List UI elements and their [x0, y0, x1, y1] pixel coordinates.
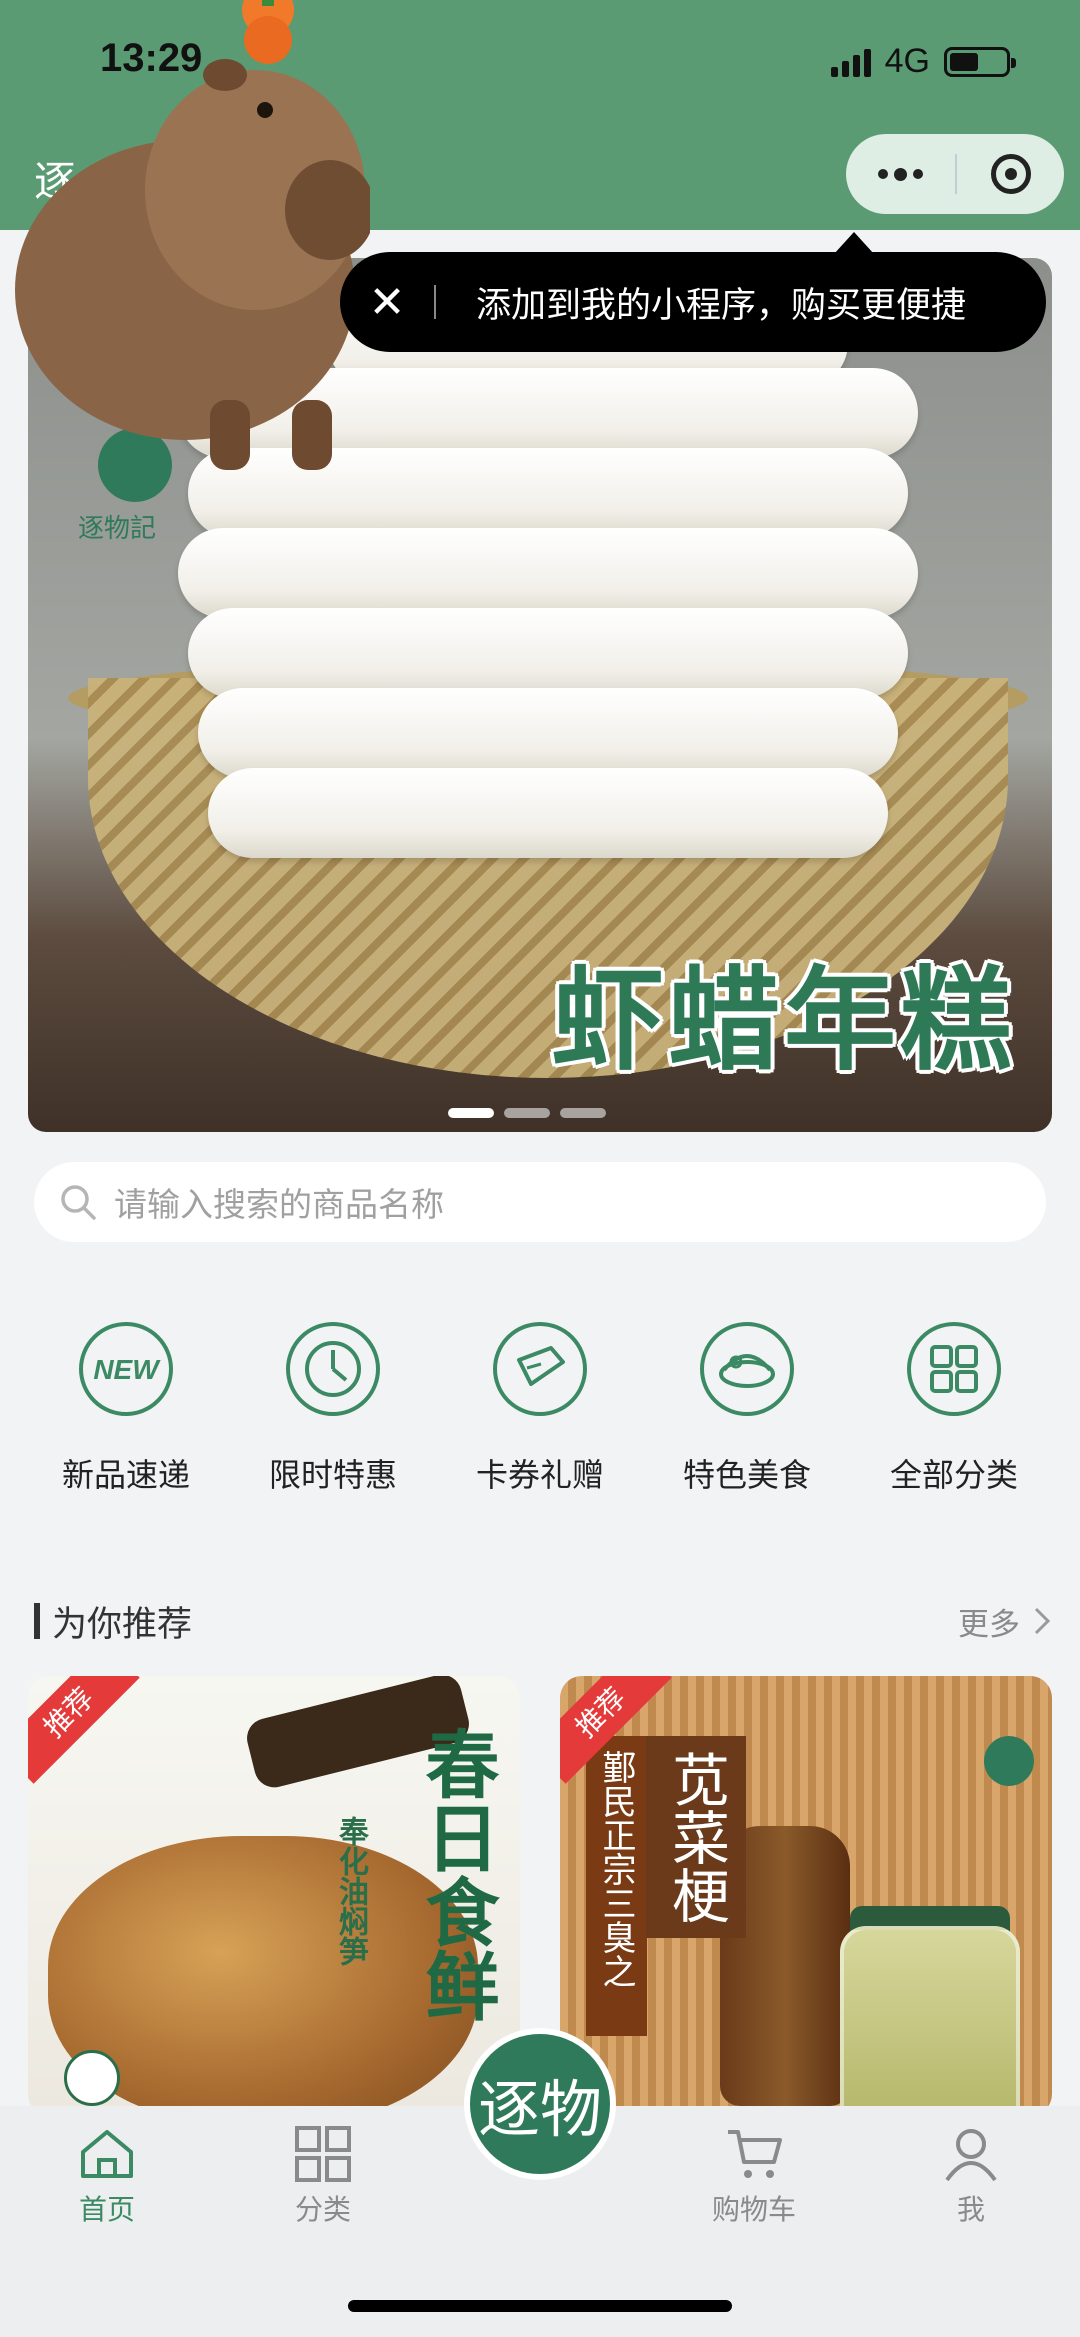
tooltip-divider: [434, 285, 436, 319]
target-close-icon[interactable]: [957, 134, 1064, 214]
ticket-icon: [493, 1322, 587, 1416]
tooltip-text: 添加到我的小程序，购买更便捷: [476, 285, 967, 326]
tab-label: 分类: [294, 2193, 351, 2226]
product-card[interactable]: 鄞民正宗三臭之 苋菜梗 推荐: [560, 1676, 1052, 2116]
more-label: 更多: [958, 1606, 1020, 1643]
category-label: 全部分类: [889, 1456, 1018, 1494]
tab-label: 我: [956, 2193, 985, 2226]
tab-label: 购物车: [711, 2193, 796, 2226]
home-icon: [81, 2130, 133, 2178]
home-indicator[interactable]: [348, 2300, 732, 2312]
close-icon[interactable]: ✕: [340, 277, 434, 328]
chevron-right-icon: [1034, 1607, 1051, 1635]
search-input[interactable]: 请输入搜索的商品名称: [114, 1178, 444, 1226]
jar: [840, 1926, 1020, 2116]
battery-icon: [944, 46, 1016, 77]
banner-title: 虾蜡年糕: [552, 955, 1016, 1086]
new-icon: NEW: [79, 1322, 173, 1416]
grid-icon: [907, 1322, 1001, 1416]
search-icon: [61, 1185, 96, 1220]
product-title: 苋菜梗: [646, 1736, 746, 1938]
capsule-divider: [955, 154, 957, 194]
status-icons: 4G: [830, 42, 1016, 81]
section-accent-bar: [34, 1603, 40, 1639]
section-title: 为你推荐: [52, 1604, 193, 1645]
search-bar[interactable]: 请输入搜索的商品名称: [34, 1162, 1046, 1242]
more-link[interactable]: 更多: [958, 1599, 1052, 1644]
category-grid-icon: [295, 2126, 351, 2182]
category-all[interactable]: 全部分类: [854, 1322, 1054, 1496]
center-brand-button[interactable]: 逐物: [464, 2028, 616, 2180]
category-specialty-food[interactable]: 特色美食: [647, 1322, 847, 1496]
rice-cake: [178, 528, 918, 618]
rice-cake: [208, 768, 888, 858]
recommend-badge: 推荐: [28, 1676, 140, 1784]
more-dots-icon[interactable]: [846, 134, 955, 214]
category-shortcuts: NEW 新品速递 限时特惠 卡券礼赠 特色美食 全部分类: [26, 1322, 1054, 1496]
recommend-header: 为你推荐 更多: [34, 1596, 1052, 1646]
tab-category[interactable]: 分类: [263, 2126, 383, 2228]
dish-icon: [700, 1322, 794, 1416]
product-name: 奉化油焖笋: [333, 1816, 368, 1966]
tab-me[interactable]: 我: [911, 2126, 1031, 2228]
svg-text:NEW: NEW: [93, 1354, 161, 1385]
category-coupons[interactable]: 卡券礼赠: [440, 1322, 640, 1496]
category-label: 特色美食: [682, 1456, 811, 1494]
tab-label: 首页: [78, 2193, 135, 2226]
brand-logo-icon: 逐物: [477, 2073, 602, 2146]
user-icon: [945, 2129, 997, 2182]
mini-program-capsule: [846, 134, 1064, 214]
category-label: 限时特惠: [268, 1456, 397, 1494]
category-limited-offer[interactable]: 限时特惠: [233, 1322, 433, 1496]
brand-logo: [984, 1736, 1034, 1786]
cart-icon: [728, 2130, 782, 2178]
carousel-dots: [448, 1108, 606, 1118]
tab-home[interactable]: 首页: [47, 2126, 167, 2228]
rice-cake: [188, 608, 908, 698]
brand-logo: [64, 2050, 120, 2106]
capybara-sticker: [15, 0, 370, 470]
category-new[interactable]: NEW 新品速递: [26, 1322, 226, 1496]
product-subtitle: 鄞民正宗三臭之: [586, 1736, 647, 2036]
category-label: 卡券礼赠: [475, 1456, 604, 1494]
add-to-my-miniprogram-tip: ✕ 添加到我的小程序，购买更便捷: [340, 232, 1046, 352]
clock-icon: [286, 1322, 380, 1416]
signal-icon: [830, 47, 871, 77]
tab-cart[interactable]: 购物车: [694, 2126, 814, 2228]
category-label: 新品速递: [61, 1456, 190, 1494]
product-headline: 春日食鲜: [413, 1726, 499, 2022]
network-type: 4G: [884, 42, 930, 80]
rice-cake: [198, 688, 898, 778]
product-card[interactable]: 春日食鲜 奉化油焖笋 推荐: [28, 1676, 520, 2116]
bottom-safe-area: [0, 2248, 1080, 2337]
